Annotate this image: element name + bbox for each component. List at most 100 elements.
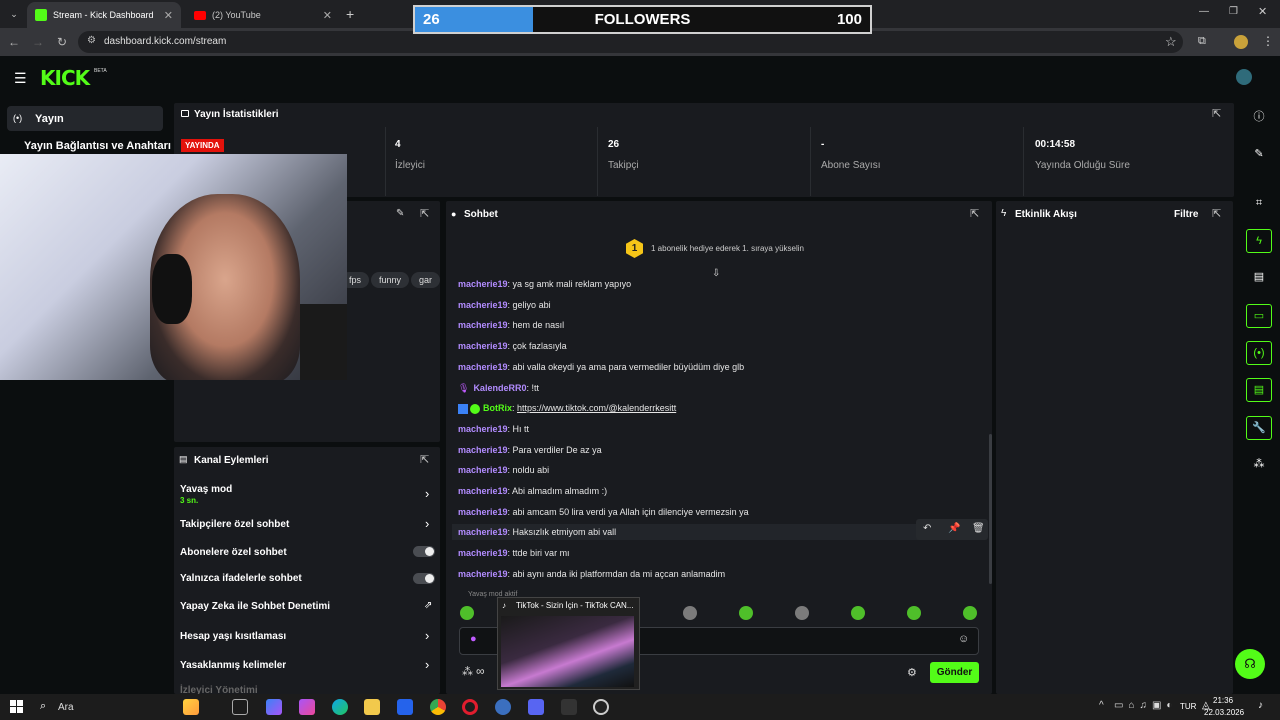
kick-logo[interactable]: KICK [40,66,90,90]
chrome-icon[interactable] [430,699,446,715]
emote-icon[interactable] [460,606,474,620]
chat-message[interactable]: macherie19: Haksızlık etmiyom abi vall [452,524,920,541]
notes-icon[interactable]: ▤ [1246,266,1272,290]
emote-icon[interactable] [739,606,753,620]
expand-icon[interactable]: ⇱ [1212,107,1221,120]
chat-username[interactable]: macherie19 [458,341,508,351]
infinity-icon[interactable]: ∞ [476,664,485,678]
emoji-picker-icon[interactable]: ☺ [958,633,969,645]
emote-icon[interactable] [683,606,697,620]
chat-message[interactable]: macherie19: hem de nasıl [458,320,564,330]
tray-chevron-icon[interactable]: ^ [1099,700,1104,711]
chat-username[interactable]: BotRix [483,403,512,413]
chat-username[interactable]: macherie19 [458,486,508,496]
chat-tools-icon[interactable]: ⁂ [462,665,473,678]
extensions-icon[interactable]: ⧉ [1198,35,1206,48]
chat-message[interactable]: macherie19: geliyo abi [458,300,551,310]
broadcast-toggle-icon[interactable]: (•) [1246,341,1272,365]
app-icon[interactable] [299,699,315,715]
info-icon[interactable]: ⓘ [1246,106,1272,130]
chat-message[interactable]: macherie19: Hı tt [458,424,529,434]
browser-menu-icon[interactable]: ⋮ [1262,34,1274,48]
chat-message[interactable]: macherie19: abi valla okeydi ya ama para… [458,362,744,372]
emote-icon[interactable] [851,606,865,620]
chat-username[interactable]: macherie19 [458,527,508,537]
clock-date[interactable]: 22.03.2026 [1204,708,1244,717]
chat-username[interactable]: macherie19 [458,362,508,372]
chat-message[interactable]: BotRix: https://www.tiktok.com/@kalender… [458,403,676,414]
omnibox[interactable] [78,31,1183,53]
reply-icon[interactable]: ↶ [923,523,931,534]
chat-username[interactable]: macherie19 [458,300,508,310]
chat-username[interactable]: macherie19 [458,548,508,558]
tab-list-button[interactable]: ⌄ [6,6,22,22]
taskbar-search[interactable]: Ara [58,702,74,713]
minimize-icon[interactable]: — [1199,6,1209,17]
sidebar-item-stream-key[interactable]: Yayın Bağlantısı ve Anahtarı [24,140,171,152]
subscribers-only-toggle[interactable] [413,546,435,557]
restore-icon[interactable]: ❐ [1229,6,1238,17]
user-avatar[interactable] [1236,69,1252,85]
chat-message[interactable]: macherie19: Abi almadım almadım :) [458,486,607,496]
chat-message[interactable]: 🎙 KalendeRR0: !tt [458,383,539,394]
obs-icon[interactable] [593,699,609,715]
taskbar-search-icon[interactable]: ⌕ [40,700,46,713]
edge-icon[interactable] [332,699,348,715]
expand-icon[interactable]: ⇱ [420,207,429,220]
chat-username[interactable]: macherie19 [458,465,508,475]
more-tools-icon[interactable]: ⁂ [1246,453,1272,477]
chat-settings-icon[interactable]: ⚙ [907,666,917,679]
chat-username[interactable]: macherie19 [458,424,508,434]
tab-youtube[interactable]: (2) YouTube ✕ [186,2,340,28]
chat-username[interactable]: macherie19 [458,569,508,579]
close-tab-icon[interactable]: ✕ [323,9,332,22]
pin-icon[interactable]: 📌 [948,523,960,534]
new-tab-button[interactable]: + [346,6,354,22]
discord-icon[interactable] [528,699,544,715]
opera-icon[interactable] [462,699,478,715]
send-button[interactable]: Gönder [930,662,979,683]
delete-icon[interactable]: 🗑 [972,523,985,534]
close-window-icon[interactable]: ✕ [1258,5,1267,18]
edit-pencil-icon[interactable]: ✎ [396,208,404,219]
chat-username[interactable]: macherie19 [458,279,508,289]
mic-icon[interactable]: ● [470,633,477,645]
profile-avatar[interactable] [1234,35,1248,49]
support-button[interactable]: ☊ [1235,649,1265,679]
channel-actions-toggle-icon[interactable]: ▤ [1246,378,1272,402]
chat-message[interactable]: macherie19: ttde biri var mı [458,548,570,558]
chevron-right-icon[interactable]: › [425,516,429,531]
gift-leaderboard-banner[interactable]: 1 abonelik hediye ederek 1. sıraya yükse… [651,244,804,253]
chat-toggle-icon[interactable]: ▭ [1246,304,1272,328]
hamburger-menu-icon[interactable]: ☰ [14,70,27,87]
forward-icon[interactable]: → [30,34,46,50]
chevron-right-icon[interactable]: › [425,628,429,643]
bookmark-star-icon[interactable]: ☆ [1165,34,1177,50]
external-link-icon[interactable]: ⇗ [424,600,432,611]
edit-icon[interactable]: ✎ [1246,143,1272,167]
chat-username[interactable]: macherie19 [458,320,508,330]
emote-icon[interactable] [907,606,921,620]
close-tab-icon[interactable]: ✕ [164,9,173,22]
site-info-icon[interactable]: ⚙ [87,35,96,46]
chat-message[interactable]: macherie19: çok fazlasıyla [458,341,567,351]
task-view-icon[interactable] [232,699,248,715]
action-subscribers-only[interactable]: Abonelere özel sohbet [180,547,287,558]
chat-message[interactable]: macherie19: abi aynı anda iki platformda… [458,569,725,579]
app-icon[interactable] [561,699,577,715]
chevron-right-icon[interactable]: › [425,486,429,501]
url-text[interactable]: dashboard.kick.com/stream [104,36,226,47]
app-icon[interactable] [266,699,282,715]
scan-icon[interactable]: ⌗ [1246,192,1272,216]
notification-bell-icon[interactable]: ♪ [1258,700,1263,711]
chat-message[interactable]: macherie19: Para verdiler De az ya [458,445,602,455]
language-indicator[interactable]: TUR [1180,702,1196,711]
action-slow-mode[interactable]: Yavaş mod [180,484,232,495]
wrench-icon[interactable]: 🔧 [1246,416,1272,440]
chat-link[interactable]: https://www.tiktok.com/@kalenderrkesitt [517,403,676,413]
emote-icon[interactable] [795,606,809,620]
file-explorer-icon[interactable] [364,699,380,715]
clock-time[interactable]: 21:36 [1213,696,1233,705]
action-followers-only[interactable]: Takipçilere özel sohbet [180,519,289,530]
expand-icon[interactable]: ⇱ [1212,207,1221,220]
